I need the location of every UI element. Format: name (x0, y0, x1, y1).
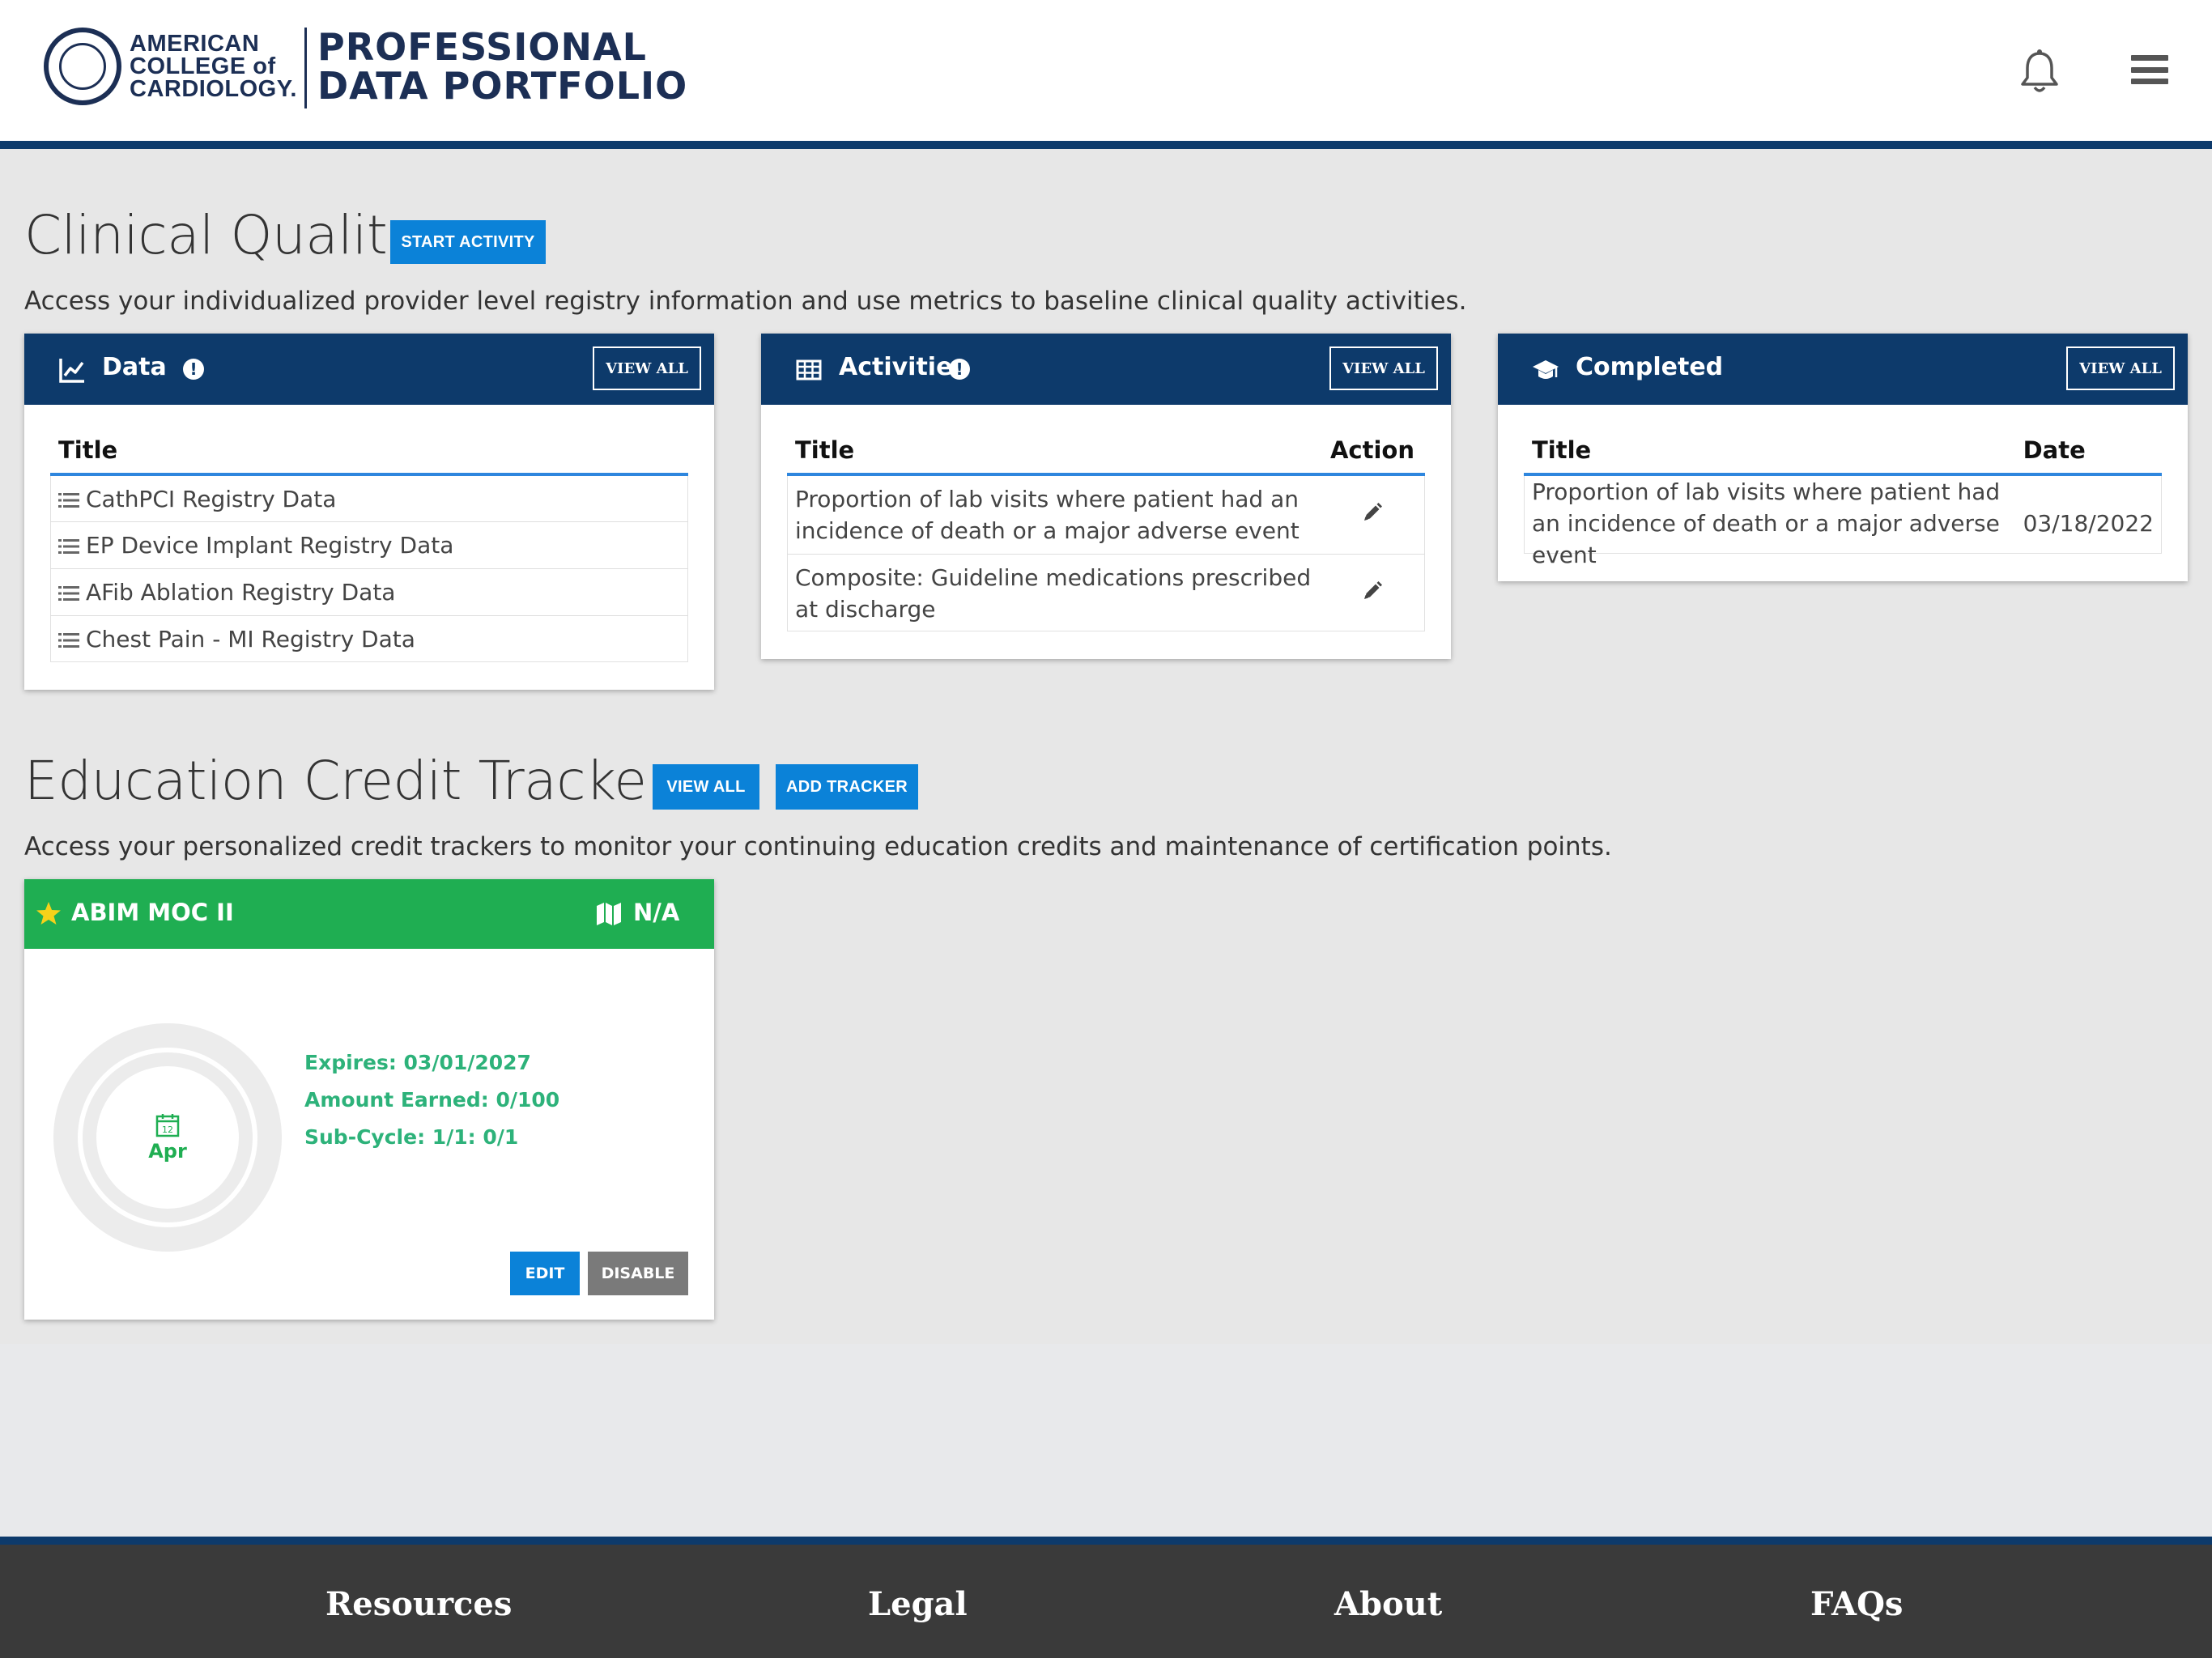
data-card-header: Data ! VIEW ALL (24, 334, 714, 405)
activity-title: Composite: Guideline medications prescri… (787, 554, 1320, 632)
map-icon (597, 903, 621, 925)
footer-link-about[interactable]: About (1334, 1585, 1442, 1623)
start-activity-button[interactable]: START ACTIVITY (390, 220, 546, 264)
activities-view-all-button[interactable]: VIEW ALL (1329, 346, 1438, 390)
tracker-status: N/A (633, 899, 680, 926)
info-icon[interactable]: ! (183, 359, 204, 380)
add-tracker-button[interactable]: ADD TRACKER (776, 764, 918, 810)
registry-link[interactable]: AFib Ablation Registry Data (86, 579, 395, 606)
table-row: Proportion of lab visits where patient h… (787, 474, 1425, 555)
list-icon (58, 633, 79, 648)
line-chart-icon (59, 359, 84, 383)
activity-title: Proportion of lab visits where patient h… (787, 474, 1320, 555)
tracker-title: ABIM MOC II (71, 899, 234, 926)
column-header-title: Title (787, 427, 1320, 476)
list-icon (58, 586, 79, 601)
table-row[interactable]: CathPCI Registry Data (50, 474, 688, 522)
star-icon (36, 902, 61, 925)
logo-acc-line: AMERICAN (130, 31, 260, 57)
progress-ring: 12 Apr (53, 1023, 282, 1252)
graduation-cap-icon (1533, 360, 1559, 379)
tracker-expires: Expires: 03/01/2027 (304, 1051, 531, 1074)
completed-table: Title Date Proportion of lab visits wher… (1524, 427, 2162, 571)
tracker-month: Apr (148, 1140, 187, 1163)
completed-card-header: Completed VIEW ALL (1498, 334, 2188, 405)
table-row[interactable]: EP Device Implant Registry Data (50, 521, 688, 569)
logo-acc-line: CARDIOLOGY. (130, 76, 297, 102)
footer-link-resources[interactable]: Resources (325, 1585, 512, 1623)
completed-title: Proportion of lab visits where patient h… (1524, 474, 2015, 571)
logo-pdp-line: DATA PORTFOLIO (317, 64, 688, 108)
registry-link[interactable]: EP Device Implant Registry Data (86, 532, 453, 559)
pencil-edit-icon[interactable] (1362, 502, 1383, 523)
activities-table: Title Action Proportion of lab visits wh… (787, 427, 1425, 632)
completed-date: 03/18/2022 (2014, 474, 2162, 571)
table-row[interactable]: Chest Pain - MI Registry Data (50, 615, 688, 662)
logo-divider (304, 28, 307, 108)
data-table: Title CathPCI Registry Data EP Device Im… (50, 427, 688, 662)
column-header-date: Date (2014, 427, 2162, 476)
hamburger-menu-icon[interactable] (2131, 55, 2168, 84)
pencil-edit-icon[interactable] (1362, 580, 1383, 602)
completed-card-title: Completed (1576, 353, 1724, 381)
column-header-action: Action (1320, 427, 1425, 476)
acc-wordmark[interactable]: AMERICAN COLLEGE of CARDIOLOGY. (130, 31, 300, 102)
logo-acc-line: COLLEGE of (130, 53, 276, 79)
app-header: AMERICAN COLLEGE of CARDIOLOGY. PROFESSI… (0, 0, 2212, 149)
tracker-subcycle: Sub-Cycle: 1/1: 0/1 (304, 1125, 519, 1149)
data-view-all-button[interactable]: VIEW ALL (593, 346, 701, 390)
footer-link-legal[interactable]: Legal (868, 1585, 968, 1623)
product-wordmark[interactable]: PROFESSIONAL DATA PORTFOLIO (317, 28, 687, 105)
education-trackers-description: Access your personalized credit trackers… (24, 832, 1612, 861)
completed-view-all-button[interactable]: VIEW ALL (2066, 346, 2175, 390)
table-icon (796, 359, 822, 380)
table-row: Proportion of lab visits where patient h… (1524, 474, 2162, 571)
table-row: Composite: Guideline medications prescri… (787, 554, 1425, 632)
action-cell (1320, 474, 1425, 555)
disable-tracker-button[interactable]: DISABLE (588, 1252, 688, 1295)
data-card-title: Data (102, 353, 167, 381)
activities-card: Activities ! VIEW ALL Title Action Propo… (761, 334, 1451, 659)
table-row[interactable]: AFib Ablation Registry Data (50, 568, 688, 616)
calendar-icon: 12 (155, 1114, 180, 1137)
clinical-quality-title: Clinical Quality (24, 204, 419, 266)
calendar-day: 12 (162, 1124, 173, 1135)
acc-seal-logo-icon[interactable] (44, 28, 121, 105)
trackers-view-all-button[interactable]: VIEW ALL (653, 764, 759, 810)
clinical-quality-description: Access your individualized provider leve… (24, 287, 1467, 316)
education-trackers-title: Education Credit Trackers (24, 750, 696, 812)
activities-card-header: Activities ! VIEW ALL (761, 334, 1451, 405)
list-icon (58, 492, 79, 508)
info-icon[interactable]: ! (949, 359, 970, 380)
logo-pdp-line: PROFESSIONAL (317, 25, 647, 69)
column-header-title: Title (50, 427, 688, 476)
bell-icon[interactable] (2019, 49, 2060, 94)
activities-card-title: Activities (839, 353, 968, 381)
completed-card: Completed VIEW ALL Title Date Proportion… (1498, 334, 2188, 581)
tracker-amount-earned: Amount Earned: 0/100 (304, 1088, 560, 1112)
footer-link-faqs[interactable]: FAQs (1810, 1585, 1903, 1623)
list-icon (58, 539, 79, 554)
footer: Resources Legal About FAQs (0, 1537, 2212, 1658)
registry-link[interactable]: Chest Pain - MI Registry Data (86, 626, 415, 653)
tracker-card-header: ABIM MOC II N/A (24, 879, 714, 949)
registry-link[interactable]: CathPCI Registry Data (86, 486, 336, 512)
column-header-title: Title (1524, 427, 2015, 476)
tracker-card: ABIM MOC II N/A 12 Apr Expires: 03/01/20… (24, 879, 714, 1320)
action-cell (1320, 554, 1425, 632)
data-card: Data ! VIEW ALL Title CathPCI Registry D… (24, 334, 714, 690)
edit-tracker-button[interactable]: EDIT (510, 1252, 580, 1295)
